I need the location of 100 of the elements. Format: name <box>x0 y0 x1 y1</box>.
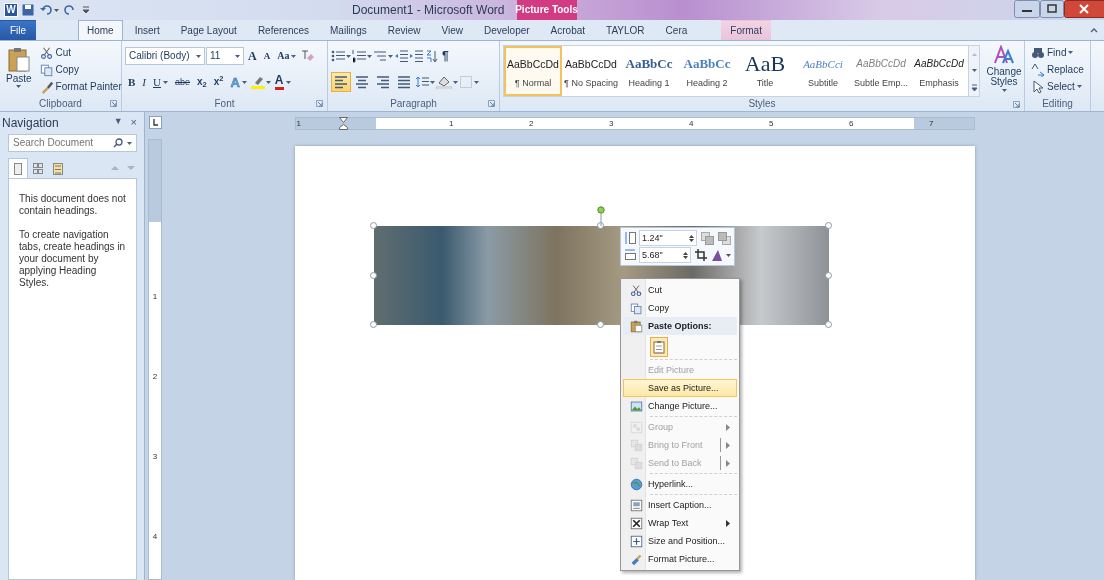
ribbon-tab[interactable]: TAYLOR <box>597 20 654 40</box>
editing-command[interactable]: Find <box>1028 44 1087 61</box>
increase-indent-icon[interactable] <box>409 49 423 63</box>
close-button[interactable]: × <box>130 116 137 130</box>
minimize-icon[interactable] <box>1014 0 1040 18</box>
resize-handle[interactable] <box>369 222 377 229</box>
spin-field[interactable]: 5.68" <box>639 247 691 263</box>
caret-icon <box>241 80 247 84</box>
caret-icon <box>265 80 271 84</box>
ribbon-tab[interactable]: Acrobat <box>541 20 595 40</box>
caret-icon <box>285 80 291 84</box>
group-label: Font <box>214 97 235 110</box>
numbering-icon[interactable] <box>352 49 366 63</box>
font-size-combobox[interactable]: 11 <box>206 47 244 65</box>
case-button[interactable]: Aa <box>274 46 300 66</box>
file-tab[interactable]: File <box>0 20 36 40</box>
minimize-ribbon-icon[interactable] <box>1090 27 1098 33</box>
align-left-button[interactable] <box>331 72 351 92</box>
show-formatting-button[interactable]: ¶ <box>439 46 452 66</box>
undo-icon[interactable] <box>40 4 60 16</box>
resize-handle[interactable] <box>369 271 377 279</box>
ribbon-tab[interactable]: Insert <box>125 20 169 40</box>
dialog-launcher-icon[interactable] <box>488 100 495 107</box>
paste-button[interactable]: Paste <box>3 44 35 96</box>
close-icon[interactable] <box>1064 0 1104 18</box>
menu-item[interactable]: Insert Caption... <box>623 496 737 514</box>
resize-handle[interactable] <box>824 321 832 328</box>
menu-item[interactable]: Hyperlink... <box>623 475 737 493</box>
search-box[interactable]: Search Document <box>8 134 137 152</box>
menu-item[interactable]: Cut <box>623 281 737 299</box>
style-gallery-item[interactable]: AaBbCcDd ¶ Normal <box>504 46 562 96</box>
ribbon-tab[interactable]: References <box>248 20 318 40</box>
redo-icon[interactable] <box>64 4 76 16</box>
ribbon-tab[interactable]: View <box>432 20 472 40</box>
rotate-handle[interactable] <box>597 206 605 226</box>
resize-handle[interactable] <box>824 222 832 229</box>
crop-icon[interactable] <box>694 248 708 262</box>
bold-button[interactable]: B <box>125 72 139 92</box>
caret-icon <box>162 80 168 84</box>
paste-option-button[interactable] <box>650 337 668 357</box>
indent-marker-icon[interactable] <box>338 117 348 130</box>
ribbon-tab[interactable]: Format <box>721 20 771 40</box>
strike-button[interactable]: abe <box>171 72 193 92</box>
ribbon-tab[interactable]: Page Layout <box>171 20 246 40</box>
resize-handle[interactable] <box>597 321 604 328</box>
pane-menu-button[interactable]: ▼ <box>113 116 123 130</box>
underline-button[interactable]: U <box>150 72 171 92</box>
menu-item[interactable]: Size and Position... <box>623 532 737 550</box>
dialog-launcher-icon[interactable] <box>1013 101 1020 108</box>
resize-handle[interactable] <box>597 222 604 229</box>
resize-handle[interactable] <box>824 271 832 279</box>
spinner-icon <box>689 233 694 243</box>
menu-section-header: Paste Options: <box>623 317 737 335</box>
clipboard-command[interactable]: Copy <box>36 61 125 78</box>
dialog-launcher-icon[interactable] <box>316 100 323 107</box>
search-field[interactable]: Search Document <box>13 137 108 149</box>
customize-toolbar-icon[interactable] <box>82 4 90 16</box>
send-backward-icon[interactable] <box>717 231 731 245</box>
pane-tab[interactable] <box>8 158 28 178</box>
save-icon[interactable] <box>22 4 34 16</box>
clear-formatting-icon[interactable] <box>300 49 315 63</box>
ribbon-tab[interactable]: Developer <box>475 20 539 40</box>
dialog-launcher-icon[interactable] <box>110 100 117 107</box>
font-color-button[interactable]: A <box>271 72 294 92</box>
superscript-button[interactable]: x$^{2}$ <box>210 72 227 92</box>
ribbon-tab[interactable]: Mailings <box>321 20 376 40</box>
subscript-button[interactable]: x$_{2}$ <box>194 72 210 92</box>
shrink-button[interactable]: A <box>260 46 274 66</box>
menu-item[interactable]: Wrap Text <box>623 514 737 532</box>
shading-icon[interactable] <box>436 75 452 89</box>
change-styles-button[interactable]: Change Styles <box>984 44 1024 96</box>
grow-button[interactable]: A <box>245 46 260 66</box>
maximize-icon[interactable] <box>1040 0 1064 18</box>
multilevel-list-icon[interactable] <box>373 49 387 63</box>
ribbon-tab[interactable]: Review <box>378 20 430 40</box>
ribbon-tab[interactable]: Cera <box>656 20 697 40</box>
group-label: Clipboard <box>39 97 82 110</box>
highlighter-icon[interactable] <box>250 75 265 89</box>
globe-icon <box>629 477 643 491</box>
line-spacing-icon[interactable] <box>415 75 429 89</box>
caret-icon <box>291 54 297 58</box>
menu-item[interactable]: Change Picture... <box>623 397 737 415</box>
clipboard-command[interactable]: Cut <box>36 44 125 61</box>
tab-selector-icon[interactable] <box>148 116 162 129</box>
clipboard-command[interactable]: Format Painter <box>36 78 125 95</box>
editing-command[interactable]: Select <box>1028 78 1087 95</box>
word-logo-icon: W <box>4 3 18 17</box>
rotate-icon[interactable] <box>711 248 731 262</box>
sort-icon[interactable] <box>424 49 438 63</box>
menu-item[interactable]: Format Picture... <box>623 550 737 568</box>
menu-item[interactable]: Copy <box>623 299 737 317</box>
italic-button[interactable]: I <box>139 72 149 92</box>
ribbon-tab[interactable]: Home <box>78 20 123 40</box>
resize-handle[interactable] <box>369 321 377 328</box>
font-name-combobox[interactable]: Calibri (Body) <box>125 47 205 65</box>
bullets-icon[interactable] <box>331 49 345 63</box>
menu-item[interactable]: Save as Picture... <box>623 379 737 397</box>
editing-command[interactable]: Replace <box>1028 61 1087 78</box>
spin-field[interactable]: 1.24" <box>639 230 697 246</box>
decrease-indent-icon[interactable] <box>394 49 408 63</box>
